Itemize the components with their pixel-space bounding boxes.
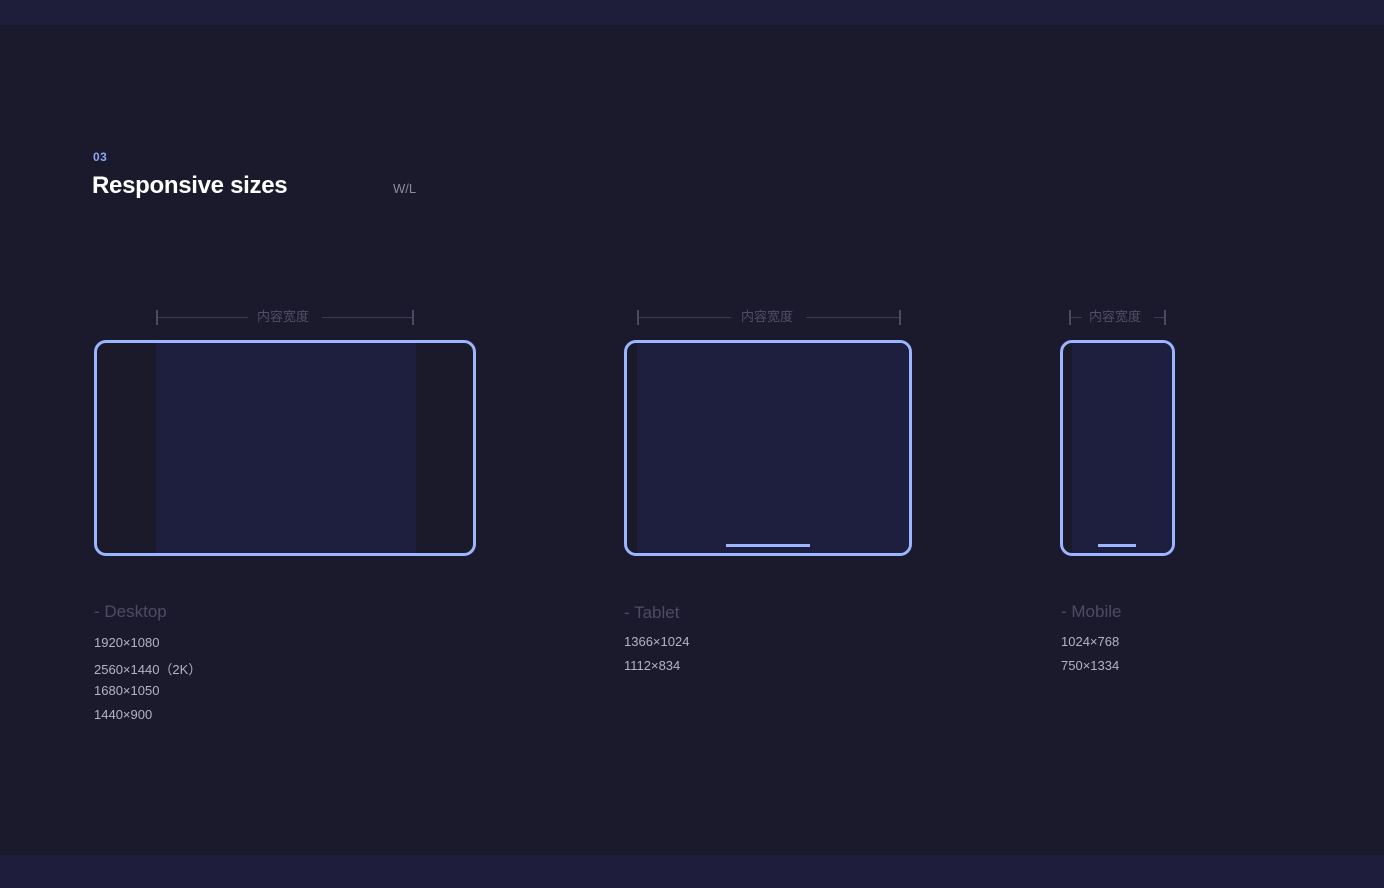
section-title: Responsive sizes [92,172,288,199]
tablet-home-indicator [726,544,810,547]
tablet-frame [624,340,912,556]
mobile-content-area [1072,343,1172,553]
tablet-size: 1366×1024 [624,634,690,649]
desktop-content-area [156,343,416,553]
tablet-label: - Tablet [624,603,680,622]
desktop-size: 1920×1080 [94,635,160,650]
section-number: 03 [93,150,108,164]
desktop-size: 2560×1440（2K） [94,662,202,677]
mobile-label: - Mobile [1061,602,1122,621]
tablet-content-area [637,343,909,553]
bottom-band [0,855,1384,888]
mobile-frame [1060,340,1175,556]
tablet-measure-label: 内容宽度 [741,309,794,324]
tablet-content-width-measure: 内容宽度 [637,309,902,325]
desktop-content-width-measure: 内容宽度 [156,309,416,325]
section-tag: W/L [393,181,417,196]
mobile-measure-label: 内容宽度 [1089,309,1142,324]
mobile-home-indicator [1098,544,1136,547]
desktop-label: - Desktop [94,602,167,621]
desktop-frame [94,340,476,556]
mobile-size: 750×1334 [1061,658,1120,673]
mobile-content-width-measure: 内容宽度 [1069,309,1167,325]
desktop-measure-label: 内容宽度 [257,309,310,324]
desktop-size: 1680×1050 [94,683,160,698]
top-band [0,0,1384,25]
tablet-size: 1112×834 [624,658,681,673]
desktop-size: 1440×900 [94,707,153,722]
mobile-size: 1024×768 [1061,634,1120,649]
